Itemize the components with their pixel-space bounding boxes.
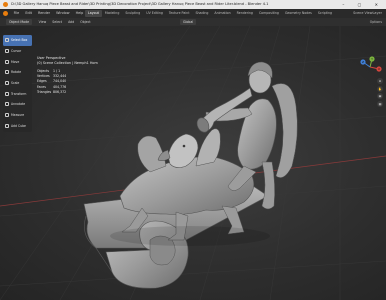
viewport-header: Object Mode View Select Add Object Globa… [0, 18, 386, 26]
navigation-gizmo[interactable]: X Y Z [358, 56, 382, 78]
workspace-tabs: Layout Modeling Sculpting UV Editing Tex… [85, 10, 335, 17]
tool-rotate[interactable]: Rotate [3, 67, 32, 78]
menu-window[interactable]: Window [56, 11, 69, 15]
menu-file[interactable]: File [14, 11, 20, 15]
select-box-icon [5, 38, 9, 43]
svg-text:Y: Y [371, 57, 373, 61]
options-dropdown[interactable]: Options [370, 18, 382, 26]
tab-uv-editing[interactable]: UV Editing [143, 10, 166, 17]
menu-render[interactable]: Render [38, 11, 50, 15]
window-controls[interactable]: – ▢ ✕ [342, 0, 384, 9]
pan-hand-icon[interactable]: ✋ [377, 85, 383, 92]
grid-icon[interactable]: ▦ [377, 100, 383, 107]
navigation-buttons: ⊕ ✋ ▣ ▦ [377, 78, 383, 108]
window-titlebar: D:\3D Gallery Hanuq Piece Beast and Ride… [0, 0, 386, 9]
measure-icon [5, 113, 9, 118]
collection-name: (0) Scene Collection | Nemph1 Hom [37, 61, 98, 65]
tool-move[interactable]: Move [3, 56, 32, 67]
scene-statistics: Objects 1 / 1 Vertices 332,444 Edges 744,04… [37, 69, 66, 95]
3d-viewport[interactable]: User Perspective (0) Scene Collection | … [0, 26, 386, 300]
tab-texture-paint[interactable]: Texture Paint [166, 10, 193, 17]
tab-shading[interactable]: Shading [192, 10, 211, 17]
camera-icon[interactable]: ▣ [377, 93, 383, 99]
tab-sculpting[interactable]: Sculpting [122, 10, 143, 17]
tool-transform[interactable]: Transform [3, 88, 32, 99]
tab-geometry-nodes[interactable]: Geometry Nodes [282, 10, 315, 17]
tab-layout[interactable]: Layout [85, 10, 102, 17]
tab-rendering[interactable]: Rendering [234, 10, 256, 17]
annotate-icon [5, 102, 9, 107]
scene-selector[interactable]: Scene ViewLayer [353, 9, 382, 18]
menu-select[interactable]: Select [52, 20, 62, 24]
blender-menu-icon[interactable] [3, 10, 8, 16]
svg-text:X: X [378, 67, 380, 71]
tool-cursor[interactable]: Cursor [3, 46, 32, 57]
tab-scripting[interactable]: Scripting [315, 10, 335, 17]
menu-view[interactable]: View [39, 20, 47, 24]
tool-add-cube[interactable]: Add Cube [3, 121, 32, 132]
menu-help[interactable]: Help [76, 11, 84, 15]
menu-object[interactable]: Object [80, 20, 90, 24]
stat-row: Triangles 806,372 [37, 89, 67, 94]
tab-compositing[interactable]: Compositing [256, 10, 282, 17]
orientation-dropdown[interactable]: Global [180, 19, 197, 25]
svg-text:Z: Z [362, 60, 364, 64]
scale-icon [5, 81, 9, 86]
zoom-icon[interactable]: ⊕ [377, 78, 383, 84]
tool-select-box[interactable]: Select Box [3, 35, 32, 46]
tool-shelf: Select Box Cursor Move Rotate Scale Tran… [3, 34, 32, 133]
transform-icon [5, 91, 9, 96]
tab-animation[interactable]: Animation [211, 10, 233, 17]
viewport-overlay-info: User Perspective (0) Scene Collection | … [37, 56, 98, 66]
add-cube-icon [5, 123, 9, 128]
blender-logo-icon [3, 1, 8, 7]
rotate-icon [5, 70, 9, 75]
scene-canvas [0, 26, 386, 300]
window-title: D:\3D Gallery Hanuq Piece Beast and Ride… [11, 2, 269, 6]
cursor-icon [5, 49, 9, 54]
tool-annotate[interactable]: Annotate [3, 99, 32, 110]
menu-edit[interactable]: Edit [25, 11, 32, 15]
move-icon [5, 59, 9, 64]
menu-add[interactable]: Add [68, 20, 74, 24]
tool-scale[interactable]: Scale [3, 78, 32, 89]
tool-measure[interactable]: Measure [3, 110, 32, 121]
tab-modeling[interactable]: Modeling [102, 10, 123, 17]
mode-dropdown[interactable]: Object Mode [6, 19, 33, 25]
